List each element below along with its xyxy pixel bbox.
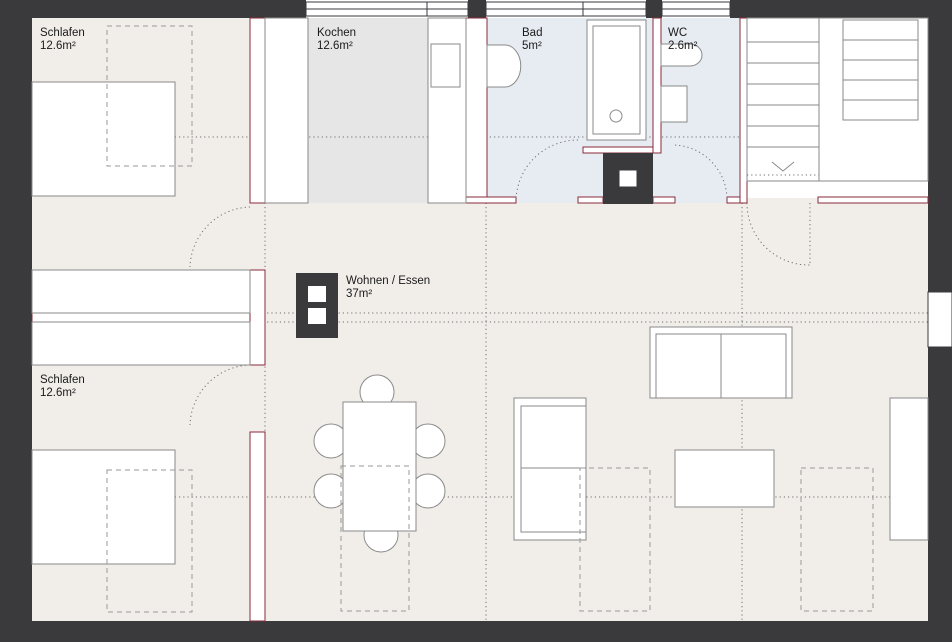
room-area: 12.6m² <box>40 387 76 399</box>
room-area: 12.6m² <box>317 40 353 52</box>
room-area: 2.6m² <box>668 40 698 52</box>
wc-sink <box>660 85 688 123</box>
room-name: Schlafen <box>40 374 85 386</box>
room-area: 12.6m² <box>40 40 76 52</box>
room-name: Kochen <box>317 27 356 39</box>
floor-plan: Schlafen 12.6m² Kochen 12.6m² Bad 5m² WC… <box>0 0 952 642</box>
windows <box>305 1 731 17</box>
room-name: Bad <box>522 27 542 39</box>
room-name: Schlafen <box>40 27 85 39</box>
chimney-kitchen <box>603 153 653 204</box>
room-name: WC <box>668 27 687 39</box>
chimney-living <box>296 273 338 338</box>
coffee-table <box>674 449 775 508</box>
staircase <box>746 17 929 182</box>
room-area: 37m² <box>346 288 372 300</box>
sofa-top <box>649 326 793 399</box>
bathroom-sink <box>486 44 522 88</box>
room-area: 5m² <box>522 40 542 52</box>
bathtub <box>586 19 647 141</box>
room-name: Wohnen / Essen <box>346 275 430 287</box>
room-label-kitchen: Kochen 12.6m² <box>317 27 356 52</box>
sideboard <box>889 397 929 541</box>
room-label-bathroom: Bad 5m² <box>522 27 542 52</box>
